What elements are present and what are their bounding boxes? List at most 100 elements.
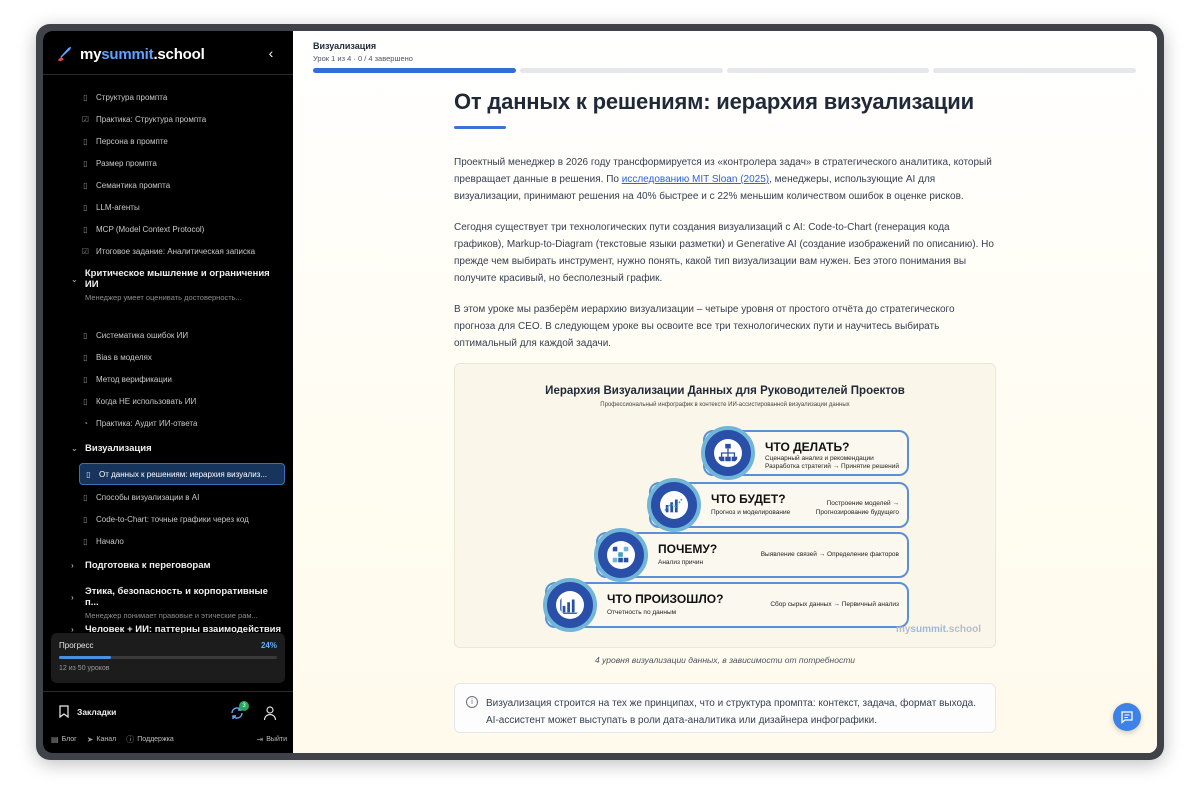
blog-label: Блог [61, 736, 77, 743]
logout-label: Выйти [266, 736, 287, 743]
sidebar-item[interactable]: ▯ Начало [81, 532, 124, 550]
paragraph: Сегодня существует три технологических п… [454, 222, 994, 284]
blog-link[interactable]: ▤ Блог [51, 735, 77, 744]
lesson-segment[interactable] [933, 68, 1136, 73]
sidebar-item[interactable]: ▯ Семантика промпта [81, 176, 170, 194]
lesson-counter: Урок 1 из 4 · 0 / 4 завершено [313, 54, 413, 63]
chevron-right-icon: › [71, 561, 74, 570]
clock-icon: ◔ [83, 418, 88, 428]
hierarchy-infographic[interactable]: Иерархия Визуализации Данных для Руковод… [454, 363, 996, 648]
collapse-sidebar-button[interactable]: ‹ [263, 45, 279, 61]
support-label: Поддержка [137, 736, 174, 743]
sidebar-item[interactable]: ▯ Персона в промпте [81, 132, 168, 150]
sidebar: mysummit.school ‹ ▯ Структура промпта ☑ Пр… [43, 31, 293, 753]
divider [43, 691, 293, 692]
bookmarks-button[interactable]: Закладки [59, 705, 116, 718]
progress-label: Прогресс [59, 641, 94, 650]
section-critical-thinking[interactable]: ⌄ Критическое мышление и ограничения ИИ М… [71, 268, 283, 302]
lesson-segment[interactable] [519, 68, 723, 73]
doc-icon: ▯ [83, 92, 88, 102]
info-callout: i Визуализация строится на тех же принци… [454, 683, 996, 733]
progress-bar-fill [59, 656, 112, 659]
progress-bar [59, 656, 277, 659]
sidebar-item[interactable]: ▯ Code-to-Chart: точные графики через код [81, 510, 249, 528]
sidebar-item[interactable]: ▯ Метод верификации [81, 370, 172, 388]
level-title: ЧТО БУДЕТ? [711, 492, 786, 506]
lesson-main: Визуализация Урок 1 из 4 · 0 / 4 заверше… [293, 31, 1157, 753]
progress-percent: 24% [260, 641, 277, 650]
level-icon-circle [594, 528, 648, 582]
channel-label: Канал [96, 736, 117, 743]
sidebar-item[interactable]: ▯ MCP (Model Context Protocol) [81, 220, 204, 238]
chevron-down-icon: ⌄ [71, 444, 78, 453]
sidebar-item[interactable]: ☑ Практика: Структура промпта [81, 110, 206, 128]
level-desc-line: Разработка стратегий → Принятие решений [765, 463, 899, 470]
doc-icon: ▯ [83, 492, 88, 502]
level-title: ПОЧЕМУ? [658, 542, 718, 556]
doc-icon: ▯ [83, 374, 88, 384]
chevron-down-icon: ⌄ [71, 274, 78, 284]
channel-link[interactable]: ➤ Канал [87, 735, 117, 744]
doc-icon: ▯ [83, 158, 88, 168]
infographic-subtitle: Профессиональный инфографик в контексте … [600, 402, 850, 408]
level-what-happened: ЧТО ПРОИЗОШЛО? Отчетность по данным Сбор… [543, 578, 909, 632]
sidebar-item-label: Способы визуализации в AI [96, 492, 200, 502]
sidebar-item-active[interactable]: ▯ От данных к решениям: иерархия визуализ… [79, 463, 285, 485]
level-title: ЧТО ДЕЛАТЬ? [765, 440, 850, 454]
progress-card: Прогресс 24% 12 из 50 уроков [51, 633, 285, 683]
app-window: mysummit.school ‹ ▯ Структура промпта ☑ Пр… [43, 31, 1157, 753]
lesson-header: Визуализация Урок 1 из 4 · 0 / 4 заверше… [313, 41, 413, 63]
chevron-right-icon: › [71, 592, 74, 602]
rocket-icon [57, 46, 72, 62]
sidebar-item-label: Структура промпта [96, 92, 168, 102]
chat-button[interactable] [1113, 703, 1141, 731]
logout-link[interactable]: ⇥ Выйти [257, 735, 287, 744]
bar-chart-icon [556, 591, 584, 619]
device-frame: mysummit.school ‹ ▯ Структура промпта ☑ Пр… [36, 24, 1164, 760]
check-doc-icon: ☑ [81, 246, 90, 256]
sidebar-item[interactable]: ▯ LLM-агенты [81, 198, 140, 216]
level-icon-circle [647, 478, 701, 532]
sidebar-item-label: От данных к решениям: иерархия визуализ.… [99, 469, 268, 479]
level-process: Выявление связей → Определение факторов [760, 551, 899, 558]
sidebar-item[interactable]: ☑ Итоговое задание: Аналитическая записка [81, 242, 255, 260]
sidebar-item-label: Персона в промпте [96, 136, 168, 146]
module-title: Визуализация [313, 41, 377, 51]
bookmarks-label: Закладки [77, 706, 117, 717]
sidebar-item[interactable]: ▯ Размер промпта [81, 154, 157, 172]
section-ethics[interactable]: › Этика, безопасность и корпоративные п..… [71, 586, 283, 620]
lesson-article: От данных к решениям: иерархия визуализа… [454, 89, 996, 733]
chat-icon [1121, 711, 1133, 724]
lesson-segment[interactable] [726, 68, 930, 73]
user-icon[interactable] [263, 705, 277, 721]
section-visualization[interactable]: ⌄ Визуализация [71, 443, 283, 454]
mit-sloan-link[interactable]: исследованию MIT Sloan (2025) [622, 174, 769, 185]
level-process-line: Прогнозирование будущего [815, 509, 899, 516]
brand-logo[interactable]: mysummit.school [55, 44, 205, 64]
sidebar-item-label: Когда НЕ использовать ИИ [96, 396, 197, 406]
check-doc-icon: ☑ [81, 114, 90, 124]
sidebar-item[interactable]: ▯ Систематика ошибок ИИ [81, 326, 188, 344]
section-subtitle: Менеджер умеет оценивать достоверность..… [85, 293, 242, 302]
sidebar-item-label: Практика: Структура промпта [96, 114, 207, 124]
divider [43, 74, 293, 75]
section-title: Подготовка к переговорам [85, 560, 211, 571]
brand-name: mysummit.school [80, 45, 205, 63]
level-process: Сбор сырых данных → Первичный анализ [770, 601, 899, 608]
sidebar-item-label: LLM-агенты [96, 202, 140, 212]
watermark-logo: mysummit.school [895, 624, 981, 635]
section-title: Критическое мышление и ограничения ИИ [84, 268, 270, 290]
lesson-segment[interactable] [313, 68, 516, 73]
level-what-to-do: ЧТО ДЕЛАТЬ? Сценарный анализ и рекоменда… [701, 426, 909, 480]
sidebar-item[interactable]: ◔ Практика: Аудит ИИ-ответа [81, 414, 197, 432]
support-link[interactable]: ⓘ Поддержка [126, 734, 174, 745]
level-desc-line: Сценарный анализ и рекомендации [765, 455, 874, 462]
sidebar-item[interactable]: ▯ Способы визуализации в AI [81, 488, 199, 506]
section-negotiation[interactable]: › Подготовка к переговорам [71, 560, 283, 571]
doc-icon: ▯ [86, 469, 91, 479]
level-title: ЧТО ПРОИЗОШЛО? [607, 592, 724, 606]
level-process-line: Построение моделей → [826, 500, 899, 507]
sidebar-item[interactable]: ▯ Структура промпта [81, 88, 167, 106]
sidebar-item[interactable]: ▯ Bias в моделях [81, 348, 152, 366]
sidebar-item[interactable]: ▯ Когда НЕ использовать ИИ [81, 392, 196, 410]
